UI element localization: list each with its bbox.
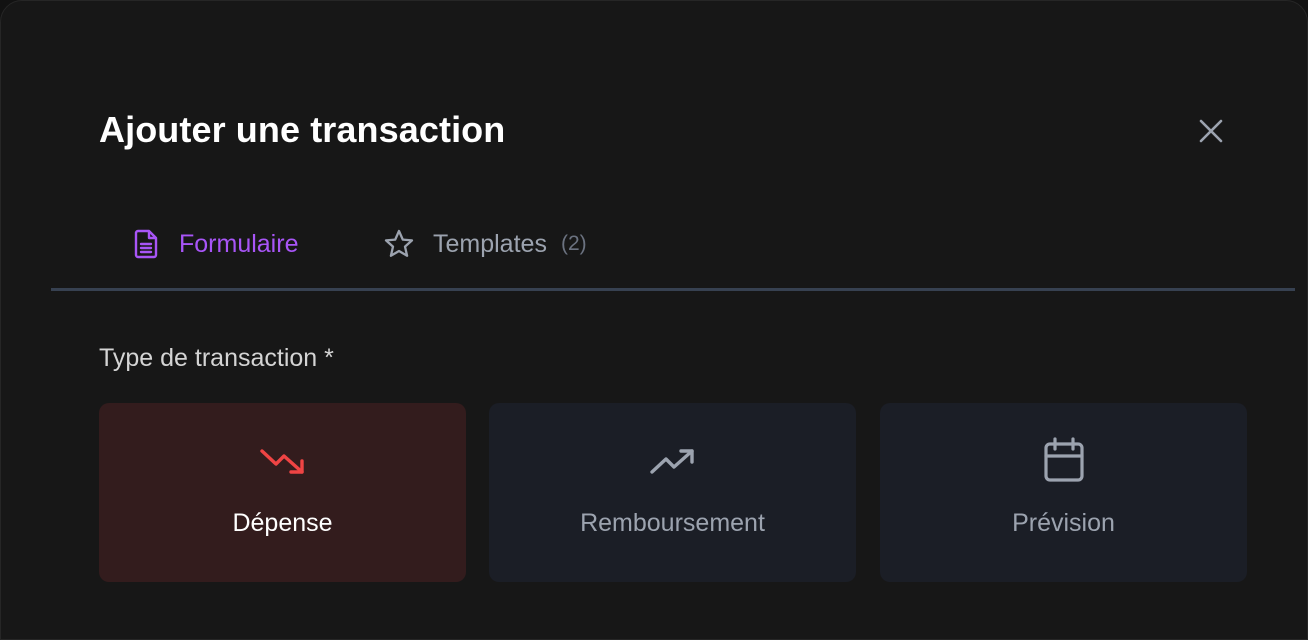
type-option-remboursement[interactable]: Remboursement [489,403,856,582]
modal-title: Ajouter une transaction [99,109,506,150]
type-option-depense[interactable]: Dépense [99,403,466,582]
close-button[interactable] [1191,111,1231,151]
trending-down-icon [259,449,304,474]
transaction-type-label: Type de transaction * [99,344,334,372]
calendar-icon [1043,437,1084,482]
trending-up-icon [649,449,694,474]
star-icon [384,229,414,257]
type-option-label: Dépense [232,509,333,537]
add-transaction-modal: Ajouter une transaction Formulaire Templ… [0,0,1308,640]
tab-templates[interactable]: Templates (2) [383,213,587,275]
type-option-prevision[interactable]: Prévision [880,403,1247,582]
type-option-label: Remboursement [580,509,765,537]
tab-label: Templates [433,229,547,258]
tab-label: Formulaire [179,229,299,258]
close-icon [1199,119,1223,143]
tab-formulaire[interactable]: Formulaire [133,213,298,275]
templates-count-badge: (2) [560,232,587,255]
document-icon [134,229,158,259]
type-option-label: Prévision [1012,509,1115,537]
tab-bar: Formulaire Templates (2) [51,213,1295,291]
